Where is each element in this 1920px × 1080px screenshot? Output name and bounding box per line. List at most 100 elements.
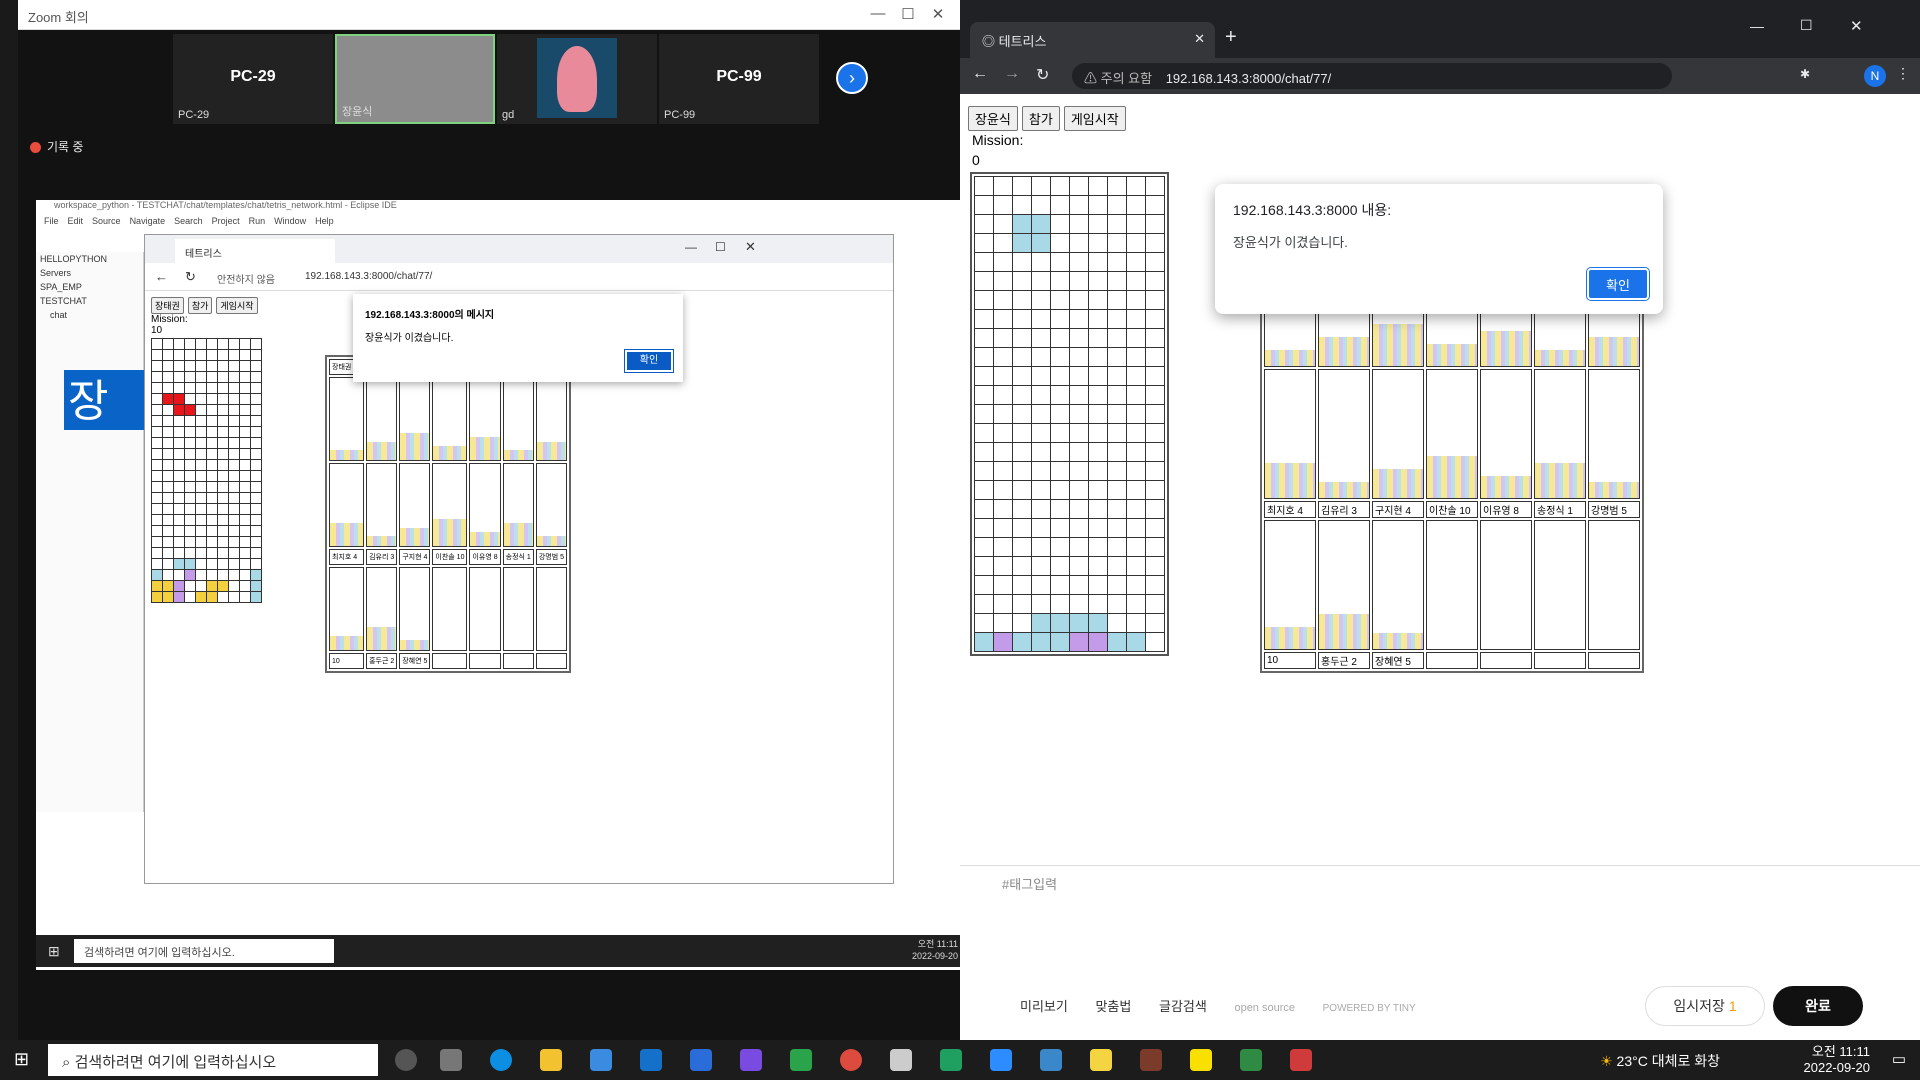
remote-search[interactable]: 검색하려면 여기에 입력하십시오. bbox=[74, 939, 334, 963]
kakaotalk-icon[interactable] bbox=[1190, 1049, 1212, 1071]
ok-button[interactable]: 확인 bbox=[1586, 267, 1650, 301]
board-cell bbox=[162, 371, 174, 383]
tree-item[interactable]: TESTCHAT bbox=[36, 294, 143, 308]
minimize-icon[interactable]: — bbox=[685, 240, 697, 254]
tab-close-icon[interactable]: ✕ bbox=[1194, 31, 1205, 47]
chrome-tab[interactable]: ◎ 테트리스 ✕ bbox=[970, 22, 1215, 58]
spellcheck-button[interactable]: 맞춤법 bbox=[1095, 999, 1131, 1014]
board-cell bbox=[239, 591, 251, 603]
app-icon[interactable] bbox=[1040, 1049, 1062, 1071]
edge-icon[interactable] bbox=[490, 1049, 512, 1071]
menu-help[interactable]: Help bbox=[315, 216, 334, 226]
menu-icon[interactable]: ⋮ bbox=[1896, 65, 1910, 82]
app-icon[interactable] bbox=[690, 1049, 712, 1071]
player-name-button[interactable]: 장태권 bbox=[151, 297, 184, 314]
maximize-icon[interactable]: ☐ bbox=[1800, 17, 1813, 34]
zoom-icon[interactable] bbox=[990, 1049, 1012, 1071]
app-icon[interactable] bbox=[890, 1049, 912, 1071]
minimize-icon[interactable]: — bbox=[1750, 18, 1764, 34]
taskbar-search[interactable]: ⌕ 검색하려면 여기에 입력하십시오 bbox=[48, 1044, 378, 1076]
board-cell bbox=[1126, 233, 1146, 253]
file-explorer-icon[interactable] bbox=[540, 1049, 562, 1071]
visual-studio-icon[interactable] bbox=[740, 1049, 762, 1071]
board-cell bbox=[993, 385, 1013, 405]
store-icon[interactable] bbox=[590, 1049, 612, 1071]
extensions-icon[interactable]: ✱ bbox=[1800, 67, 1810, 81]
join-button[interactable]: 참가 bbox=[1021, 106, 1060, 131]
tag-input[interactable]: #태그입력 bbox=[1002, 874, 1057, 893]
close-icon[interactable]: ✕ bbox=[745, 239, 756, 255]
menu-search[interactable]: Search bbox=[174, 216, 203, 226]
join-button[interactable]: 참가 bbox=[187, 297, 213, 314]
video-tile[interactable]: gd bbox=[497, 34, 657, 124]
ok-button[interactable]: 확인 bbox=[624, 349, 674, 373]
cortana-icon[interactable] bbox=[395, 1049, 417, 1071]
video-tile[interactable]: PC-29 PC-29 bbox=[173, 34, 333, 124]
preview-button[interactable]: 미리보기 bbox=[1020, 999, 1068, 1014]
material-search-button[interactable]: 글감검색 bbox=[1159, 999, 1207, 1014]
minimize-icon[interactable]: — bbox=[863, 5, 893, 22]
video-tile[interactable]: PC-99 PC-99 bbox=[659, 34, 819, 124]
new-tab-icon[interactable]: + bbox=[1225, 26, 1237, 49]
start-game-button[interactable]: 게임시작 bbox=[216, 297, 258, 314]
back-icon[interactable]: ← bbox=[972, 65, 988, 83]
opponent-stack bbox=[367, 536, 397, 546]
board-cell bbox=[1107, 233, 1127, 253]
notification-icon[interactable]: ▭ bbox=[1892, 1050, 1906, 1068]
close-icon[interactable]: ✕ bbox=[923, 5, 953, 23]
board-cell bbox=[206, 338, 218, 350]
security-warning[interactable]: 안전하지 않음 bbox=[217, 271, 275, 286]
taskbar-clock[interactable]: 오전 11:11 2022-09-20 bbox=[1804, 1044, 1871, 1076]
app-icon[interactable] bbox=[1240, 1049, 1262, 1071]
forward-icon[interactable]: → bbox=[1004, 65, 1020, 83]
menu-navigate[interactable]: Navigate bbox=[130, 216, 166, 226]
board-cell bbox=[1069, 613, 1089, 633]
app-icon[interactable] bbox=[790, 1049, 812, 1071]
board-cell bbox=[974, 309, 994, 329]
menu-source[interactable]: Source bbox=[92, 216, 121, 226]
board-cell bbox=[1050, 328, 1070, 348]
windows-start-icon[interactable]: ⊞ bbox=[14, 1049, 29, 1070]
task-view-icon[interactable] bbox=[440, 1049, 462, 1071]
tree-item[interactable]: SPA_EMP bbox=[36, 280, 143, 294]
close-icon[interactable]: ✕ bbox=[1850, 17, 1863, 35]
board-cell bbox=[184, 536, 196, 548]
weather-widget[interactable]: ☀ 23°C 대체로 화창 bbox=[1600, 1051, 1720, 1071]
chrome-icon[interactable] bbox=[840, 1049, 862, 1071]
open-source-link[interactable]: open source bbox=[1234, 1002, 1295, 1014]
save-draft-button[interactable]: 임시저장 1 bbox=[1645, 986, 1765, 1026]
eclipse-icon[interactable] bbox=[1140, 1049, 1162, 1071]
tree-item[interactable]: Servers bbox=[36, 266, 143, 280]
mail-icon[interactable] bbox=[640, 1049, 662, 1071]
reload-icon[interactable]: ↻ bbox=[1036, 65, 1049, 85]
board-cell bbox=[1088, 423, 1108, 443]
maximize-icon[interactable]: ☐ bbox=[715, 240, 726, 254]
board-cell bbox=[239, 426, 251, 438]
mini-url[interactable]: 192.168.143.3:8000/chat/77/ bbox=[305, 271, 432, 282]
app-icon[interactable] bbox=[1290, 1049, 1312, 1071]
player-name-button[interactable]: 장윤식 bbox=[968, 106, 1018, 131]
tree-item[interactable]: HELLOPYTHON bbox=[36, 252, 143, 266]
menu-file[interactable]: File bbox=[44, 216, 59, 226]
menu-project[interactable]: Project bbox=[212, 216, 240, 226]
menu-window[interactable]: Window bbox=[274, 216, 306, 226]
reload-icon[interactable]: ↻ bbox=[185, 269, 196, 285]
maximize-icon[interactable]: ☐ bbox=[893, 5, 923, 23]
start-game-button[interactable]: 게임시작 bbox=[1063, 106, 1126, 131]
next-page-icon[interactable]: › bbox=[836, 62, 868, 94]
windows-icon[interactable]: ⊞ bbox=[48, 943, 60, 960]
profile-avatar[interactable]: N bbox=[1864, 65, 1886, 87]
mini-tab[interactable]: 테트리스 bbox=[175, 239, 335, 263]
address-bar[interactable]: ⚠ 주의 요함 192.168.143.3:8000/chat/77/ bbox=[1072, 63, 1672, 89]
menu-run[interactable]: Run bbox=[249, 216, 266, 226]
board-cell bbox=[1107, 252, 1127, 272]
video-tile-active[interactable]: 장윤식 bbox=[335, 34, 495, 124]
back-icon[interactable]: ← bbox=[155, 269, 168, 284]
sticky-notes-icon[interactable] bbox=[1090, 1049, 1112, 1071]
tree-item[interactable]: chat bbox=[36, 308, 143, 322]
board-cell bbox=[974, 176, 994, 196]
menu-edit[interactable]: Edit bbox=[68, 216, 84, 226]
app-icon[interactable] bbox=[940, 1049, 962, 1071]
publish-button[interactable]: 완료 bbox=[1773, 986, 1863, 1026]
opponent-board bbox=[1480, 369, 1532, 499]
